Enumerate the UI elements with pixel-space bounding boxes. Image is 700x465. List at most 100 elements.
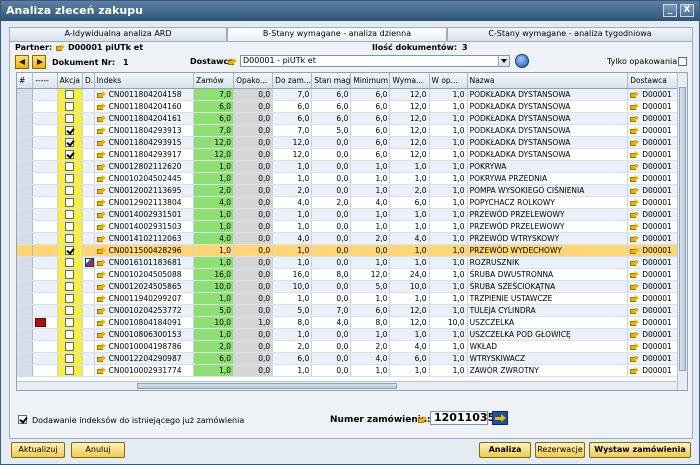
action-cell[interactable] — [57, 196, 84, 209]
supplier-cell[interactable]: D00001 — [627, 220, 679, 233]
link-arrow-icon[interactable] — [630, 355, 640, 362]
index-cell[interactable]: CN0012204290987 — [94, 352, 194, 365]
link-arrow-icon[interactable] — [96, 295, 106, 302]
action-checkbox[interactable] — [65, 270, 75, 279]
action-cell[interactable] — [57, 88, 84, 101]
link-arrow-icon[interactable] — [96, 187, 106, 194]
link-arrow-icon[interactable] — [96, 103, 106, 110]
order-qty-cell[interactable]: 7,0 — [193, 124, 235, 137]
link-arrow-icon[interactable] — [630, 91, 640, 98]
table-row[interactable]: CN0016101183681 1,0 0,0 1,0 0,0 1,0 1,0 1,0 ROZR… — [17, 256, 679, 269]
action-cell[interactable] — [57, 160, 84, 173]
details-cell[interactable] — [82, 328, 95, 341]
action-checkbox[interactable] — [65, 126, 75, 135]
index-cell[interactable]: CN0012024505865 — [94, 280, 194, 293]
row-header[interactable] — [17, 292, 34, 305]
order-arrow-icon[interactable] — [418, 415, 427, 424]
order-qty-cell[interactable]: 12,0 — [193, 148, 235, 161]
row-header[interactable] — [17, 268, 34, 281]
column-header[interactable]: Indeks — [94, 73, 194, 89]
link-arrow-icon[interactable] — [96, 163, 106, 170]
supplier-arrow-icon[interactable] — [228, 57, 237, 66]
order-qty-cell[interactable]: 6,0 — [193, 352, 235, 365]
table-row[interactable]: CN0010204502445 1,0 0,0 1,0 0,0 1,0 1,0 1,0 POKR… — [17, 172, 679, 185]
action-cell[interactable] — [57, 280, 84, 293]
details-cell[interactable] — [82, 148, 95, 161]
column-header[interactable]: Do zam... — [272, 73, 313, 89]
order-qty-cell[interactable]: 10,0 — [193, 280, 235, 293]
column-header[interactable]: Dostawca — [627, 73, 679, 89]
link-arrow-icon[interactable] — [630, 199, 640, 206]
link-arrow-icon[interactable] — [96, 139, 106, 146]
action-cell[interactable] — [57, 184, 84, 197]
details-cell[interactable] — [82, 220, 95, 233]
supplier-cell[interactable]: D00001 — [627, 148, 679, 161]
order-qty-cell[interactable]: 1,0 — [193, 244, 235, 257]
order-qty-cell[interactable]: 1,0 — [193, 256, 235, 269]
order-number-field[interactable]: 12011035 — [430, 411, 495, 425]
row-header[interactable] — [17, 184, 34, 197]
table-row[interactable]: CN0010804184091 10,0 1,0 8,0 4,0 8,0 12,0 10,0 U… — [17, 316, 679, 329]
table-row[interactable]: CN0011500428296 1,0 0,0 1,0 0,0 0,0 1,0 1,0 PRZE… — [17, 244, 679, 257]
index-cell[interactable]: CN0012902113804 — [94, 196, 194, 209]
column-header[interactable]: Wyma... — [389, 73, 430, 89]
column-header[interactable]: Stan mag — [311, 73, 352, 89]
table-row[interactable]: CN0011804293915 12,0 0,0 12,0 0,0 6,0 12,0 1,0 P… — [17, 136, 679, 149]
row-header[interactable] — [17, 208, 34, 221]
index-cell[interactable]: CN0011804204158 — [94, 88, 194, 101]
supplier-cell[interactable]: D00001 — [627, 100, 679, 113]
link-arrow-icon[interactable] — [630, 235, 640, 242]
details-cell[interactable] — [82, 136, 95, 149]
details-cell[interactable] — [82, 160, 95, 173]
column-header[interactable]: ----- — [32, 73, 58, 89]
table-row[interactable]: CN0011940299207 1,0 0,0 1,0 0,0 1,0 1,0 1,0 TRZP… — [17, 292, 679, 305]
action-cell[interactable] — [57, 352, 84, 365]
horizontal-scrollbar[interactable] — [17, 381, 679, 390]
action-checkbox[interactable] — [65, 210, 75, 219]
action-cell[interactable] — [57, 220, 84, 233]
order-qty-cell[interactable]: 6,0 — [193, 112, 235, 125]
link-arrow-icon[interactable] — [96, 259, 106, 266]
supplier-cell[interactable]: D00001 — [627, 124, 679, 137]
link-arrow-icon[interactable] — [96, 319, 106, 326]
details-cell[interactable] — [82, 364, 95, 377]
row-header[interactable] — [17, 136, 34, 149]
table-row[interactable]: CN0011804204161 6,0 0,0 6,0 6,0 6,0 12,0 1,0 POD… — [17, 112, 679, 125]
link-arrow-icon[interactable] — [630, 247, 640, 254]
link-arrow-icon[interactable] — [630, 331, 640, 338]
table-row[interactable]: CN0011804204158 7,0 0,0 7,0 6,0 6,0 12,0 1,0 POD… — [17, 88, 679, 101]
link-arrow-icon[interactable] — [96, 199, 106, 206]
supplier-cell[interactable]: D00001 — [627, 280, 679, 293]
link-arrow-icon[interactable] — [96, 355, 106, 362]
action-checkbox[interactable] — [65, 366, 75, 375]
analyze-button[interactable]: Analiza — [479, 442, 531, 458]
link-arrow-icon[interactable] — [630, 175, 640, 182]
row-header[interactable] — [17, 304, 34, 317]
link-arrow-icon[interactable] — [96, 223, 106, 230]
action-checkbox[interactable] — [65, 150, 75, 159]
minimize-button[interactable]: _ — [663, 4, 677, 17]
action-checkbox[interactable] — [65, 114, 75, 123]
link-arrow-icon[interactable] — [96, 331, 106, 338]
supplier-cell[interactable]: D00001 — [627, 184, 679, 197]
order-qty-cell[interactable]: 1,0 — [193, 208, 235, 221]
tab-individual-analysis[interactable]: A-Idywidualna analiza ARD — [9, 27, 227, 41]
link-arrow-icon[interactable] — [630, 103, 640, 110]
order-qty-cell[interactable]: 16,0 — [193, 268, 235, 281]
link-arrow-icon[interactable] — [630, 223, 640, 230]
details-cell[interactable] — [82, 292, 95, 305]
action-cell[interactable] — [57, 244, 84, 257]
index-cell[interactable]: CN0012002113695 — [94, 184, 194, 197]
link-arrow-icon[interactable] — [96, 283, 106, 290]
action-checkbox[interactable] — [65, 318, 75, 327]
order-qty-cell[interactable]: 12,0 — [193, 136, 235, 149]
link-arrow-icon[interactable] — [96, 271, 106, 278]
link-arrow-icon[interactable] — [630, 307, 640, 314]
details-cell[interactable] — [82, 124, 95, 137]
link-arrow-icon[interactable] — [630, 367, 640, 374]
supplier-select[interactable]: D00001 - piUTk et — [240, 55, 510, 67]
row-header[interactable] — [17, 88, 34, 101]
action-checkbox[interactable] — [65, 342, 75, 351]
order-qty-cell[interactable]: 1,0 — [193, 328, 235, 341]
order-qty-cell[interactable]: 10,0 — [193, 316, 235, 329]
